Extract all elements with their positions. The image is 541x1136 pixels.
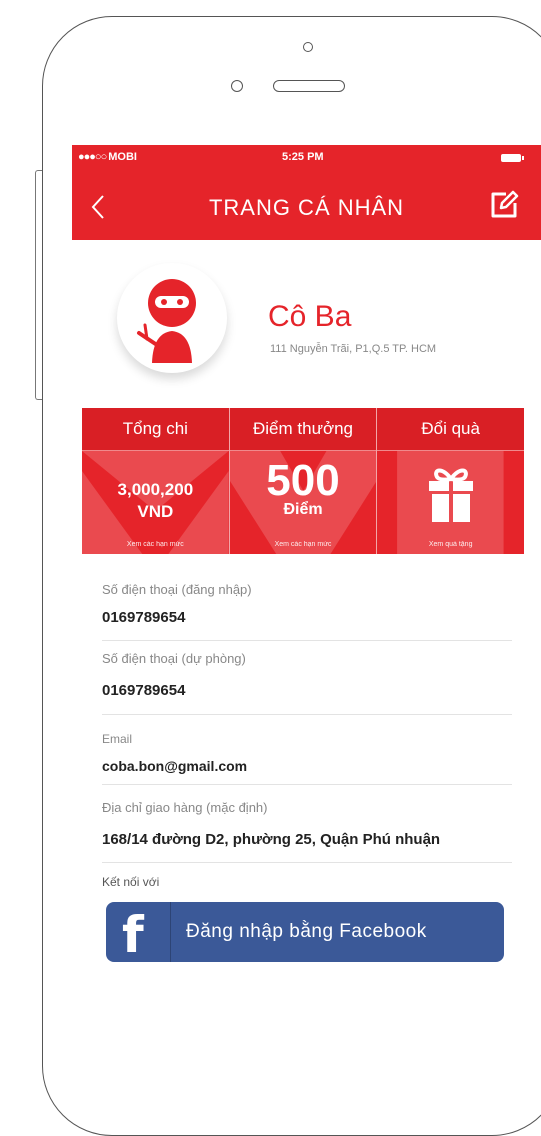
stats-panel: Tổng chi 3,000,200 VND Xem các hạn mức Đ… <box>82 408 525 554</box>
stat-title: Tổng chi <box>82 408 229 451</box>
status-bar: ●●●○○ MOBI 5:25 PM <box>72 151 541 167</box>
backup-phone-field[interactable]: Số điện thoại (dự phòng) 0169789654 <box>102 651 512 715</box>
stat-title: Đổi quà <box>377 408 525 451</box>
stat-total-spending[interactable]: Tổng chi 3,000,200 VND Xem các hạn mức <box>82 408 230 554</box>
ninja-icon <box>137 279 196 363</box>
facebook-icon: f <box>122 906 144 964</box>
battery-icon <box>501 154 524 162</box>
field-value: 0169789654 <box>102 682 186 699</box>
facebook-login-label: Đăng nhập bằng Facebook <box>186 921 427 942</box>
app-screen: ●●●○○ MOBI 5:25 PM TRANG CÁ NHÂN Cô Ba 11… <box>72 145 541 1085</box>
stat-value: 500 <box>266 456 340 505</box>
stat-value: 3,000,200 <box>117 480 194 499</box>
shipping-address-field[interactable]: Địa chỉ giao hàng (mặc định) 168/14 đườn… <box>102 800 512 863</box>
field-label: Địa chỉ giao hàng (mặc định) <box>102 800 268 815</box>
avatar[interactable] <box>117 263 227 373</box>
gift-icon <box>428 468 473 522</box>
status-time: 5:25 PM <box>282 151 324 163</box>
field-value: 168/14 đường D2, phường 25, Quận Phú nhu… <box>102 831 441 848</box>
stat-link[interactable]: Xem quà tặng <box>377 541 524 548</box>
field-label: Email <box>102 732 133 746</box>
signal-icon: ●●●○○ <box>78 151 107 163</box>
app-header: ●●●○○ MOBI 5:25 PM TRANG CÁ NHÂN <box>72 145 541 240</box>
stat-body: 3,000,200 VND Xem các hạn mức <box>82 451 229 554</box>
edit-button[interactable] <box>489 190 519 220</box>
field-label: Số điện thoại (đăng nhập) <box>102 582 252 597</box>
edit-icon <box>491 190 519 218</box>
login-phone-field[interactable]: Số điện thoại (đăng nhập) 0169789654 <box>102 582 512 641</box>
profile-name: Cô Ba <box>268 300 352 333</box>
stat-reward-points[interactable]: Điểm thưởng 500 Điểm Xem các hạn mức <box>229 408 378 554</box>
phone-sensor <box>231 80 243 92</box>
stat-unit: Điểm <box>283 501 323 518</box>
stat-link[interactable]: Xem các hạn mức <box>230 541 377 548</box>
field-label: Số điện thoại (dự phòng) <box>102 651 246 666</box>
phone-speaker <box>273 80 345 92</box>
page-title: TRANG CÁ NHÂN <box>208 195 405 220</box>
field-value: coba.bon@gmail.com <box>102 758 248 774</box>
stat-body: Xem quà tặng <box>377 451 524 554</box>
carrier-name: MOBI <box>108 151 137 163</box>
connect-label: Kết nối với <box>102 875 160 889</box>
stat-body: 500 Điểm Xem các hạn mức <box>230 451 377 554</box>
stat-redeem-gift[interactable]: Đổi quà Xem quà tặng <box>377 408 525 554</box>
field-value: 0169789654 <box>102 609 186 626</box>
profile-address: 111 Nguyễn Trãi, P1,Q.5 TP. HCM <box>270 343 437 355</box>
facebook-login-button[interactable]: f Đăng nhập bằng Facebook <box>106 902 504 962</box>
carrier-indicator: ●●●○○ MOBI <box>78 151 137 163</box>
phone-camera <box>303 42 313 52</box>
stat-title: Điểm thưởng <box>229 408 377 451</box>
email-field[interactable]: Email coba.bon@gmail.com <box>102 732 512 785</box>
stat-link[interactable]: Xem các hạn mức <box>82 541 229 548</box>
stat-unit: VND <box>137 502 174 521</box>
facebook-icon-box: f <box>106 902 171 962</box>
